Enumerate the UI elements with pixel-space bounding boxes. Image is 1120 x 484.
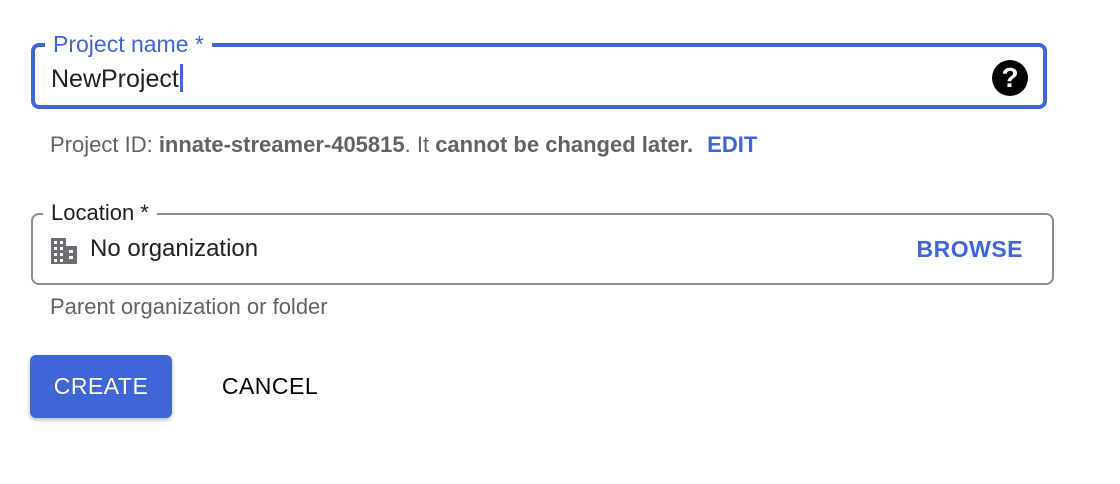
project-name-field[interactable]: Project name * NewProject ? <box>31 30 1047 109</box>
text-cursor <box>179 64 183 92</box>
edit-project-id-button[interactable]: EDIT <box>707 132 757 157</box>
project-id-row: Project ID: innate-streamer-405815. It c… <box>50 131 757 159</box>
location-label: Location * <box>43 199 157 227</box>
location-value: No organization <box>90 235 259 262</box>
project-id-prefix: Project ID: <box>50 132 159 157</box>
project-name-label: Project name * <box>45 30 212 58</box>
cancel-button[interactable]: CANCEL <box>205 355 335 418</box>
project-name-input[interactable]: NewProject <box>51 64 183 94</box>
project-name-value: NewProject <box>51 65 179 93</box>
create-button[interactable]: CREATE <box>30 355 172 418</box>
location-helper-text: Parent organization or folder <box>50 294 328 319</box>
browse-button[interactable]: BROWSE <box>917 234 1024 264</box>
help-circle-icon[interactable]: ? <box>992 60 1028 96</box>
building-icon <box>51 238 77 264</box>
project-id-value: innate-streamer-405815 <box>158 132 405 157</box>
project-id-notice: cannot be changed later. <box>435 132 694 157</box>
new-project-form: Project name * NewProject ? Project ID: … <box>0 0 1120 484</box>
location-field[interactable]: Location * No organization BROWSE <box>31 199 1054 285</box>
project-id-middle: . It <box>404 132 436 157</box>
